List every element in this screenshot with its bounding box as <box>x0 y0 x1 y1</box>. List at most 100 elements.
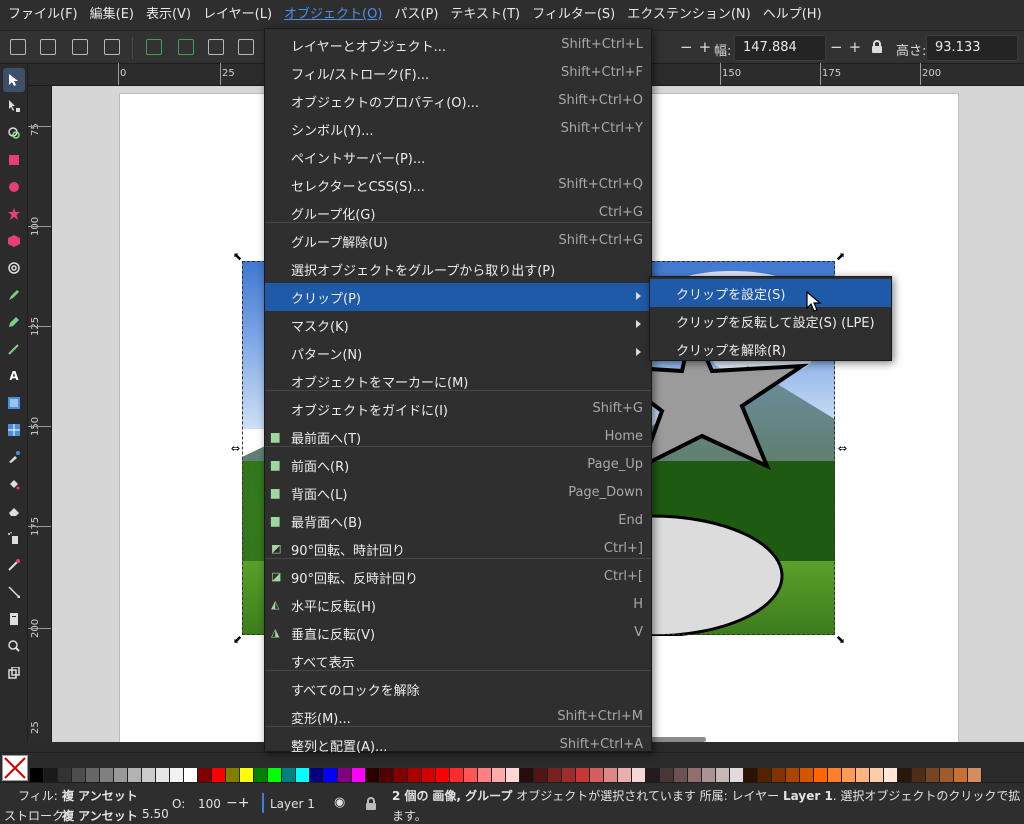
measure-tool-icon[interactable] <box>3 661 25 685</box>
color-swatch[interactable] <box>926 768 940 782</box>
opacity-value[interactable]: 100 <box>198 797 221 811</box>
tweak-tool-icon[interactable] <box>3 121 25 145</box>
menu-item-selectors-css[interactable]: セレクターとCSS(S)... Shift+Ctrl+Q <box>265 171 651 199</box>
menu-item-objects-to-guides[interactable]: オブジェクトをガイドに(I) Shift+G <box>265 395 651 423</box>
color-swatch[interactable] <box>870 768 884 782</box>
color-swatch[interactable] <box>856 768 870 782</box>
select-all-icon[interactable] <box>10 39 26 55</box>
spiral-tool-icon[interactable] <box>3 256 25 280</box>
color-swatch[interactable] <box>492 768 506 782</box>
ellipse-tool-icon[interactable] <box>3 175 25 199</box>
color-swatch[interactable] <box>758 768 772 782</box>
deselect-icon[interactable] <box>72 39 88 55</box>
stroke-width[interactable]: 5.50 <box>142 807 169 821</box>
scale-handle-e[interactable]: ⇔ <box>837 443 848 454</box>
color-swatch[interactable] <box>198 768 212 782</box>
color-swatch[interactable] <box>170 768 184 782</box>
flip-horizontal-icon[interactable] <box>208 39 224 55</box>
3d-box-tool-icon[interactable] <box>3 229 25 253</box>
menu-item-flip-vertical[interactable]: ◮ 垂直に反転(V) V <box>265 619 651 647</box>
select-all-layers-icon[interactable] <box>40 39 56 55</box>
lock-ratio-icon[interactable] <box>872 40 882 54</box>
menu-item-fill-stroke[interactable]: フィル/ストローク(F)... Shift+Ctrl+F <box>265 59 651 87</box>
color-swatch[interactable] <box>632 768 646 782</box>
scale-handle-ne[interactable]: ⬈ <box>835 251 846 262</box>
menu-item-layers-objects[interactable]: レイヤーとオブジェクト... Shift+Ctrl+L <box>265 31 651 59</box>
color-swatch[interactable] <box>772 768 786 782</box>
color-swatch[interactable] <box>128 768 142 782</box>
eraser-tool-icon[interactable] <box>3 499 25 523</box>
color-swatch[interactable] <box>940 768 954 782</box>
submenu-item-set-inverse-clip[interactable]: クリップを反転して設定(S) (LPE) <box>650 307 891 335</box>
lpe-tool-icon[interactable] <box>3 553 25 577</box>
color-swatch[interactable] <box>86 768 100 782</box>
color-swatch[interactable] <box>534 768 548 782</box>
menu-file[interactable]: ファイル(F) <box>4 0 82 30</box>
color-swatch[interactable] <box>184 768 198 782</box>
color-swatch[interactable] <box>464 768 478 782</box>
color-swatch[interactable] <box>954 768 968 782</box>
color-swatch[interactable] <box>226 768 240 782</box>
color-swatch[interactable] <box>114 768 128 782</box>
color-swatch[interactable] <box>30 768 44 782</box>
color-swatch[interactable] <box>478 768 492 782</box>
color-swatch[interactable] <box>296 768 310 782</box>
menu-extensions[interactable]: エクステンション(N) <box>623 0 754 30</box>
color-swatch[interactable] <box>520 768 534 782</box>
color-swatch[interactable] <box>436 768 450 782</box>
color-swatch[interactable] <box>366 768 380 782</box>
menu-item-flip-horizontal[interactable]: ◭ 水平に反転(H) H <box>265 591 651 619</box>
rotate-cw-icon[interactable] <box>178 39 194 55</box>
menu-edit[interactable]: 編集(E) <box>86 0 138 30</box>
menu-object[interactable]: オブジェクト(O) <box>280 0 386 30</box>
color-swatch[interactable] <box>674 768 688 782</box>
color-swatch[interactable] <box>408 768 422 782</box>
no-paint-swatch[interactable] <box>2 755 28 781</box>
spray-tool-icon[interactable] <box>3 526 25 550</box>
node-tool-icon[interactable] <box>3 94 25 118</box>
fill-value[interactable]: 複 アンセット <box>62 787 138 804</box>
color-swatch[interactable] <box>618 768 632 782</box>
color-swatch[interactable] <box>912 768 926 782</box>
color-swatch[interactable] <box>422 768 436 782</box>
paint-bucket-tool-icon[interactable] <box>3 472 25 496</box>
selector-tool-icon[interactable] <box>3 68 25 92</box>
rotate-ccw-icon[interactable] <box>146 39 162 55</box>
menu-item-object-properties[interactable]: オブジェクトのプロパティ(O)... Shift+Ctrl+O <box>265 87 651 115</box>
x-stepper-buttons[interactable]: −+ <box>680 38 717 56</box>
color-swatch[interactable] <box>842 768 856 782</box>
width-field[interactable]: 147.884 <box>734 35 826 61</box>
color-swatch[interactable] <box>310 768 324 782</box>
vertical-ruler[interactable]: 75 100 125 150 175 200 25 <box>28 86 52 742</box>
color-swatch[interactable] <box>898 768 912 782</box>
width-stepper-buttons[interactable]: −+ <box>830 38 867 56</box>
scale-handle-sw[interactable]: ⬋ <box>232 634 243 645</box>
color-swatch[interactable] <box>814 768 828 782</box>
color-swatch[interactable] <box>44 768 58 782</box>
pencil-tool-icon[interactable] <box>3 283 25 307</box>
menu-item-mask[interactable]: マスク(K) <box>265 311 651 339</box>
color-swatch[interactable] <box>450 768 464 782</box>
gradient-tool-icon[interactable] <box>3 391 25 415</box>
color-swatch[interactable] <box>338 768 352 782</box>
color-swatch[interactable] <box>352 768 366 782</box>
submenu-item-set-clip[interactable]: クリップを設定(S) <box>650 279 891 307</box>
current-layer[interactable]: Layer 1 <box>270 797 315 811</box>
scale-handle-w[interactable]: ⇔ <box>230 443 241 454</box>
menu-filters[interactable]: フィルター(S) <box>528 0 619 30</box>
menu-item-symbols[interactable]: シンボル(Y)... Shift+Ctrl+Y <box>265 115 651 143</box>
flip-vertical-icon[interactable] <box>238 39 254 55</box>
submenu-item-release-clip[interactable]: クリップを解除(R) <box>650 335 891 363</box>
color-swatch[interactable] <box>72 768 86 782</box>
color-swatch[interactable] <box>604 768 618 782</box>
color-swatch[interactable] <box>212 768 226 782</box>
menu-item-ungroup[interactable]: グループ解除(U) Shift+Ctrl+G <box>265 227 651 255</box>
menu-item-rotate-90-ccw[interactable]: ◪ 90°回転、反時計回り Ctrl+[ <box>265 563 651 591</box>
connector-tool-icon[interactable] <box>3 580 25 604</box>
color-swatch[interactable] <box>800 768 814 782</box>
menu-item-unlock-all[interactable]: すべてのロックを解除 <box>265 675 651 703</box>
color-swatch[interactable] <box>282 768 296 782</box>
dropper-tool-icon[interactable] <box>3 445 25 469</box>
menu-view[interactable]: 表示(V) <box>142 0 195 30</box>
color-swatch[interactable] <box>58 768 72 782</box>
